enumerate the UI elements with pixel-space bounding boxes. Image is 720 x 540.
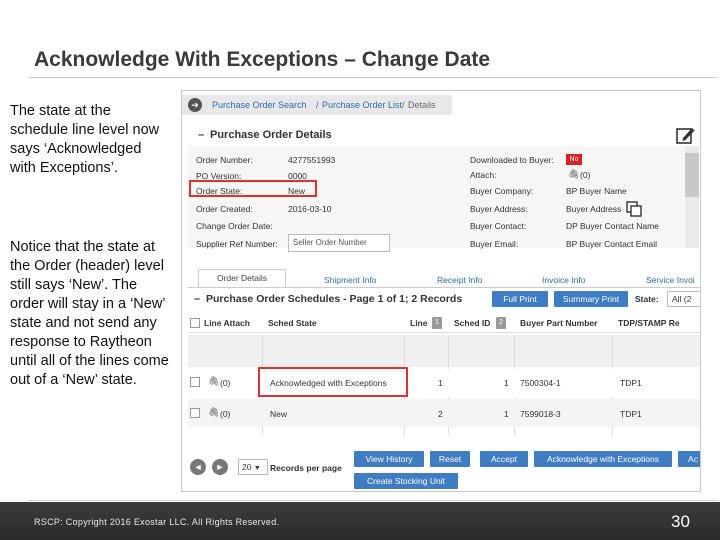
edit-icon[interactable] — [676, 125, 696, 145]
details-collapse-icon[interactable]: – — [198, 129, 204, 141]
col-sched-state[interactable]: Sched State — [268, 318, 317, 328]
full-print-button[interactable]: Full Print — [492, 291, 548, 307]
row-sched-state: New — [270, 409, 288, 419]
row-checkbox[interactable] — [190, 408, 200, 418]
buyer-contact-value: DP Buyer Contact Name — [566, 221, 659, 231]
breadcrumb-po-search[interactable]: Purchase Order Search — [212, 100, 307, 110]
page-size-value: 20 — [242, 462, 252, 472]
breadcrumb-separator: / — [402, 100, 405, 110]
screenshot-panel: ➜ Purchase Order Search / Purchase Order… — [181, 90, 701, 492]
breadcrumb-separator: / — [316, 100, 319, 110]
sort-1-icon[interactable]: 1 — [432, 317, 442, 329]
title-divider — [28, 77, 718, 78]
acknowledge-with-exceptions-button[interactable]: Acknowledge with Exceptions — [534, 451, 672, 467]
row-tdp: TDP1 — [620, 409, 642, 419]
tab-shipment-info[interactable]: Shipment Info — [324, 275, 376, 285]
tab-divider — [188, 287, 700, 288]
downloaded-badge: No — [566, 154, 582, 165]
tab-order-details[interactable]: Order Details — [198, 269, 286, 287]
sort-2-icon[interactable]: 2 — [496, 317, 506, 329]
buyer-company-value: BP Buyer Name — [566, 186, 627, 196]
back-arrow-icon[interactable]: ➜ — [188, 98, 202, 112]
footer-copyright: RSCP: Copyright 2016 Exostar LLC. All Ri… — [34, 517, 280, 527]
tab-receipt-info[interactable]: Receipt Info — [437, 275, 482, 285]
accept-button[interactable]: Accept — [480, 451, 528, 467]
row-line: 1 — [438, 378, 443, 388]
tab-invoice-info[interactable]: Invoice Info — [542, 275, 585, 285]
grid-blank-row — [188, 335, 700, 367]
page-number: 30 — [671, 512, 690, 531]
row-attach-count[interactable]: (0) — [220, 409, 230, 419]
order-state-highlight — [189, 180, 317, 197]
records-per-page-label: Records per page — [270, 463, 342, 473]
note-order-state: Notice that the state at the Order (head… — [10, 239, 169, 388]
paperclip-icon[interactable]: 🖇 — [208, 376, 219, 387]
buyer-address-value: Buyer Address — [566, 204, 622, 214]
summary-print-button[interactable]: Summary Print — [554, 291, 628, 307]
details-panel — [188, 146, 692, 248]
col-sched-id[interactable]: Sched ID — [454, 318, 490, 328]
copy-icon[interactable] — [626, 201, 642, 217]
details-heading: Purchase Order Details — [210, 129, 332, 141]
create-stocking-unit-button[interactable]: Create Stocking Unit — [354, 473, 458, 489]
footer-divider — [28, 500, 718, 501]
breadcrumb-current: Details — [408, 100, 436, 110]
breadcrumb: ➜ Purchase Order Search / Purchase Order… — [182, 95, 452, 115]
acknowledge-button-partial[interactable]: Ac — [678, 451, 700, 467]
note-schedule-state: The state at the schedule line level now… — [10, 103, 160, 176]
attach-label: Attach: — [470, 170, 497, 180]
col-line[interactable]: Line — [410, 318, 427, 328]
row-checkbox[interactable] — [190, 377, 200, 387]
row-line: 2 — [438, 409, 443, 419]
col-buyer-part-number[interactable]: Buyer Part Number — [520, 318, 597, 328]
row-tdp: TDP1 — [620, 378, 642, 388]
row-buyer-part: 7500304-1 — [520, 378, 561, 388]
row-attach-count[interactable]: (0) — [220, 378, 230, 388]
buyer-company-label: Buyer Company: — [470, 186, 534, 196]
breadcrumb-po-list[interactable]: Purchase Order List — [322, 100, 402, 110]
col-line-attach[interactable]: Line Attach — [204, 318, 250, 328]
schedules-collapse-icon[interactable]: – — [194, 293, 200, 305]
buyer-address-label: Buyer Address: — [470, 204, 528, 214]
prev-page-icon[interactable]: ◄ — [190, 459, 206, 475]
row-sched-id: 1 — [504, 378, 509, 388]
sched-state-highlight — [258, 367, 408, 397]
state-filter-select[interactable]: All (2 — [667, 291, 700, 307]
change-order-date-label: Change Order Date: — [196, 221, 273, 231]
chevron-down-icon: ▼ — [253, 465, 261, 472]
downloaded-label: Downloaded to Buyer: — [470, 155, 554, 165]
schedules-heading: Purchase Order Schedules - Page 1 of 1; … — [206, 293, 463, 305]
slide-title: Acknowledge With Exceptions – Change Dat… — [34, 48, 491, 71]
order-number-label: Order Number: — [196, 155, 253, 165]
details-scrollbar-thumb[interactable] — [685, 153, 699, 197]
col-tdp-stamp[interactable]: TDP/STAMP Re — [618, 318, 680, 328]
row-buyer-part: 7599018-3 — [520, 409, 561, 419]
view-history-button[interactable]: View History — [354, 451, 424, 467]
supplier-ref-input[interactable]: Seller Order Number — [288, 234, 390, 252]
paperclip-icon[interactable]: 🖇 — [568, 169, 579, 180]
buyer-contact-label: Buyer Contact: — [470, 221, 527, 231]
attach-count[interactable]: (0) — [580, 170, 590, 180]
tab-service-invoice[interactable]: Service Invoi — [646, 275, 695, 285]
order-created-value: 2016-03-10 — [288, 204, 332, 214]
row-sched-id: 1 — [504, 409, 509, 419]
select-all-checkbox[interactable] — [190, 318, 200, 328]
paperclip-icon[interactable]: 🖇 — [208, 407, 219, 418]
order-created-label: Order Created: — [196, 204, 253, 214]
order-number-value: 4277551993 — [288, 155, 336, 165]
supplier-ref-label: Supplier Ref Number: — [196, 239, 278, 249]
buyer-email-label: Buyer Email: — [470, 239, 519, 249]
buyer-email-value: BP Buyer Contact Email — [566, 239, 658, 249]
next-page-icon[interactable]: ► — [212, 459, 228, 475]
page-size-select[interactable]: 20 ▼ — [238, 459, 268, 475]
reset-button[interactable]: Reset — [430, 451, 470, 467]
state-filter-label: State: — [635, 294, 659, 304]
